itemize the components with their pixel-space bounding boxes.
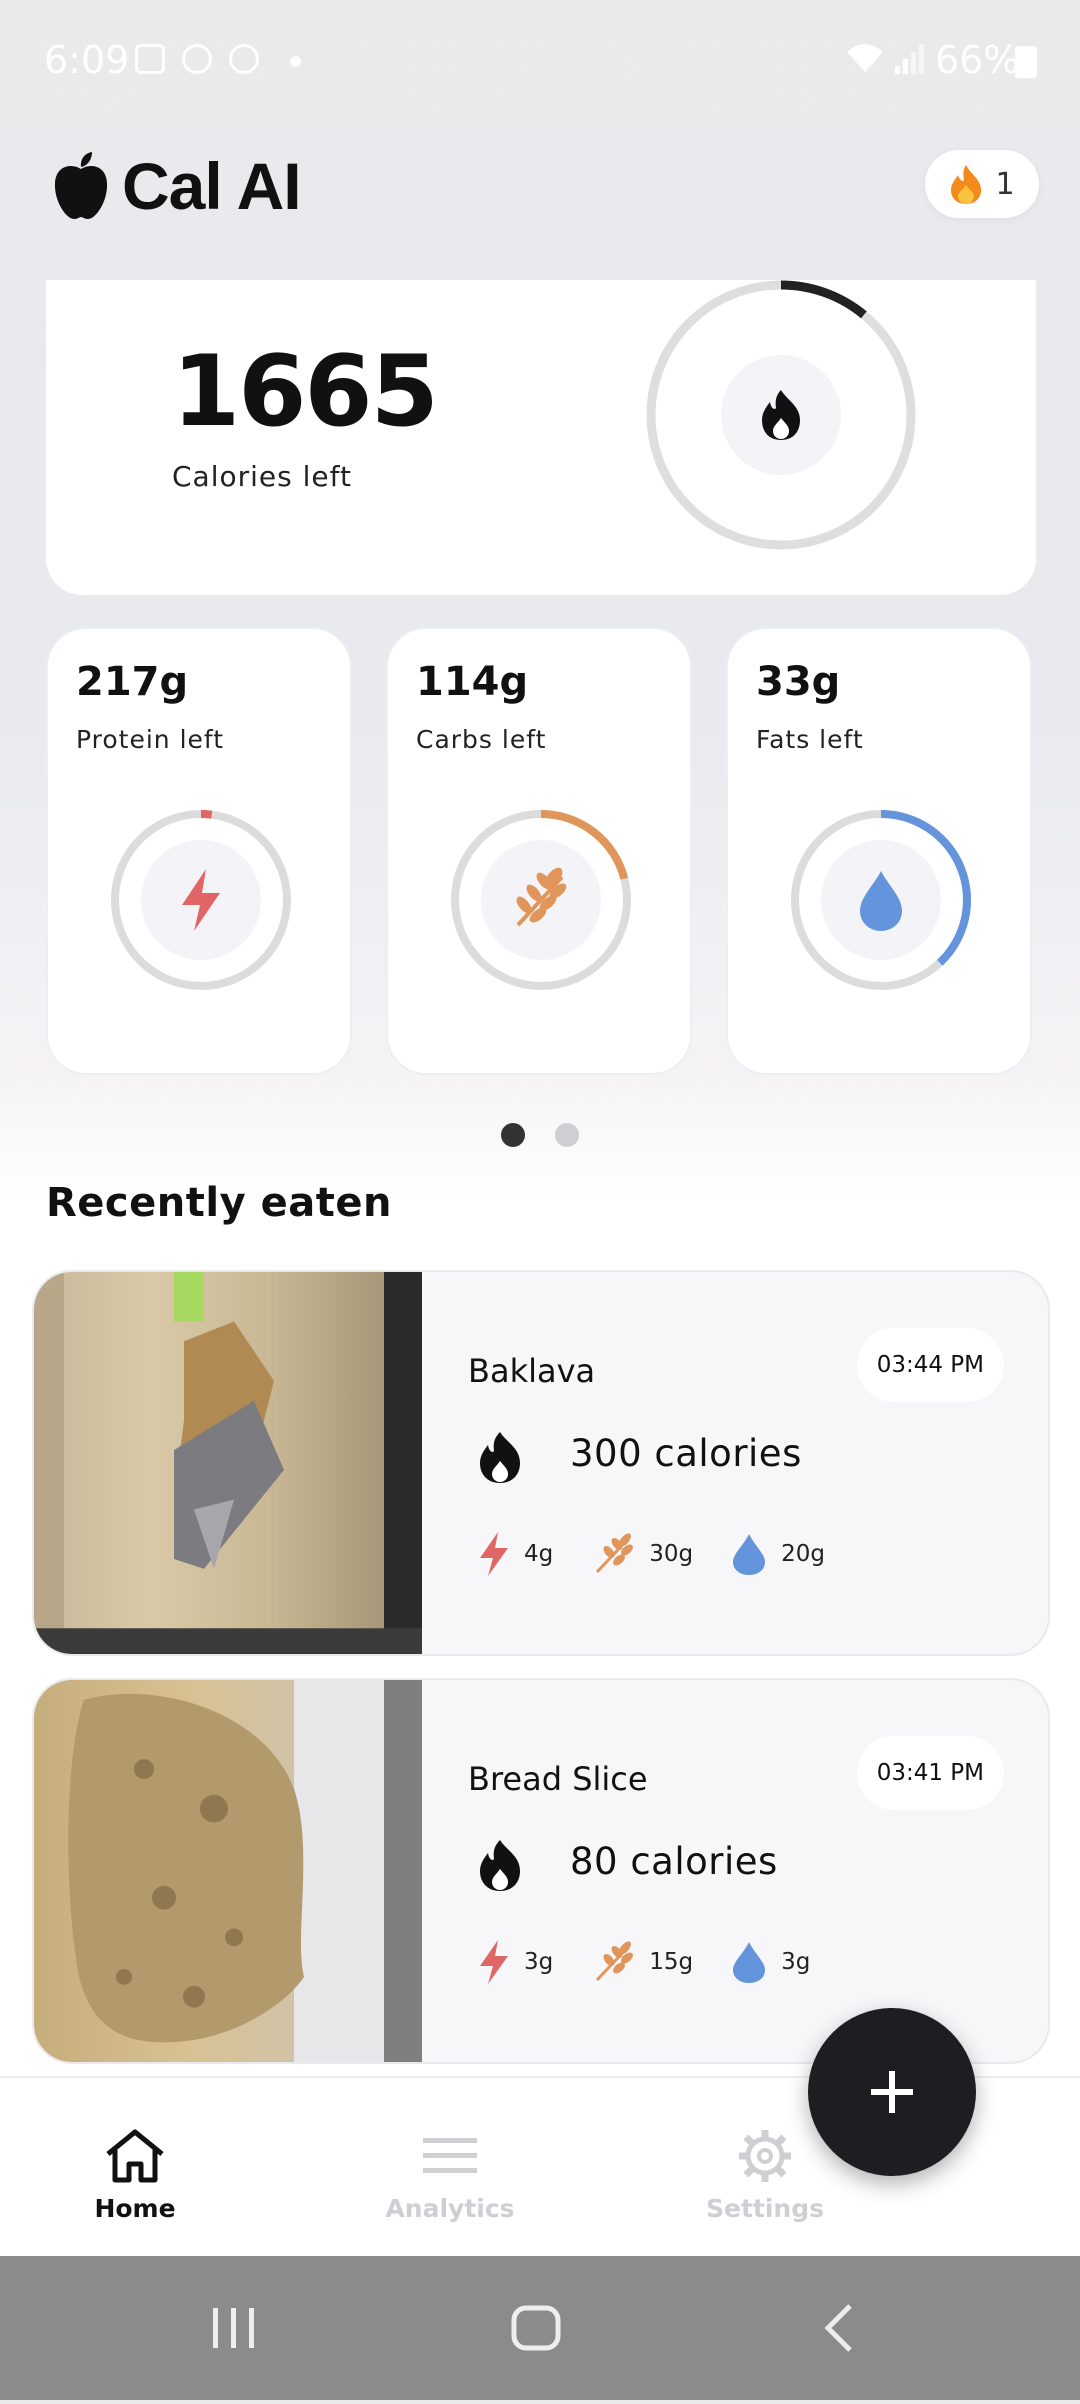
- fats-card[interactable]: 33g Fats left: [726, 627, 1032, 1075]
- status-time: 6:09: [44, 38, 130, 82]
- calories-left-label: Calories left: [172, 460, 352, 493]
- pager-dot-1[interactable]: [501, 1123, 525, 1147]
- food-card-bread-slice[interactable]: Bread Slice 03:41 PM 80 calories 3g 15g …: [32, 1678, 1050, 2064]
- flame-icon: [480, 1432, 520, 1483]
- gallery-notification-icon: [135, 44, 165, 74]
- pager-dot-2[interactable]: [555, 1123, 579, 1147]
- fats-left-label: Fats left: [756, 725, 864, 754]
- food-photo: [34, 1272, 422, 1654]
- system-navigation-bar: [0, 2256, 1080, 2400]
- wifi-icon: [847, 44, 883, 72]
- food-time: 03:41 PM: [856, 1736, 1004, 1810]
- nav-home[interactable]: Home: [35, 2128, 235, 2223]
- protein-progress-ring: [111, 810, 291, 990]
- fats-progress-ring: [791, 810, 971, 990]
- flame-icon: [480, 1840, 520, 1891]
- food-calories: 300 calories: [570, 1432, 802, 1475]
- food-fats: 20g: [781, 1541, 825, 1567]
- carbs-card[interactable]: 114g Carbs left: [386, 627, 692, 1075]
- menu-lines-icon: [423, 2138, 477, 2173]
- food-card-baklava[interactable]: Baklava 03:44 PM 300 calories 4g 30g 20g: [32, 1270, 1050, 1656]
- carbs-left-label: Carbs left: [416, 725, 547, 754]
- apple-logo-icon: [54, 152, 108, 219]
- more-notifications-icon: [290, 56, 301, 67]
- food-name: Baklava: [468, 1352, 596, 1390]
- app-brand: Cal AI: [52, 148, 302, 224]
- food-time: 03:44 PM: [856, 1328, 1004, 1402]
- food-photo: [34, 1680, 422, 2062]
- food-protein: 3g: [524, 1949, 554, 1975]
- wheat-icon: [596, 1533, 634, 1574]
- home-system-icon[interactable]: [511, 2305, 561, 2351]
- food-macros: 4g 30g 20g: [478, 1530, 863, 1578]
- food-name: Bread Slice: [468, 1760, 648, 1798]
- carbs-progress-ring: [451, 810, 631, 990]
- recent-apps-icon[interactable]: [213, 2308, 254, 2348]
- streak-count: 1: [995, 166, 1015, 202]
- food-calories: 80 calories: [570, 1840, 778, 1883]
- app-title: Cal AI: [122, 149, 302, 223]
- add-food-button[interactable]: [808, 2008, 976, 2176]
- lightning-icon: [480, 1940, 508, 1984]
- nav-settings-label: Settings: [705, 2194, 824, 2223]
- fats-left-value: 33g: [756, 659, 841, 705]
- lightning-icon: [480, 1532, 508, 1576]
- fire-icon: [951, 165, 982, 204]
- carbs-left-value: 114g: [416, 659, 529, 705]
- nav-analytics-label: Analytics: [385, 2194, 515, 2223]
- drop-icon: [733, 1534, 766, 1575]
- calories-left-value: 1665: [172, 335, 439, 449]
- food-macros: 3g 15g 3g: [478, 1938, 848, 1986]
- protein-card[interactable]: 217g Protein left: [46, 627, 352, 1075]
- recently-eaten-title: Recently eaten: [46, 1180, 392, 1226]
- calories-progress-ring: [646, 280, 916, 550]
- sync-notification-icon: [182, 44, 212, 74]
- signal-icon: [895, 44, 924, 74]
- protein-left-label: Protein left: [76, 725, 225, 754]
- calories-card[interactable]: 1665 Calories left: [46, 280, 1036, 595]
- plus-icon: [871, 2071, 913, 2113]
- drop-icon: [733, 1942, 766, 1983]
- food-carbs: 30g: [649, 1541, 694, 1567]
- gear-icon: [739, 2130, 791, 2182]
- protein-left-value: 217g: [76, 659, 189, 705]
- food-protein: 4g: [524, 1541, 554, 1567]
- food-carbs: 15g: [649, 1949, 694, 1975]
- home-icon: [106, 2129, 164, 2183]
- food-fats: 3g: [781, 1949, 811, 1975]
- battery-level: 66%: [935, 38, 1020, 82]
- battery-icon: [1015, 46, 1037, 78]
- health-notification-icon: [229, 44, 259, 74]
- card-pager: [0, 1123, 1080, 1147]
- streak-badge[interactable]: 1: [925, 150, 1039, 218]
- nav-analytics[interactable]: Analytics: [350, 2128, 550, 2223]
- back-icon[interactable]: [824, 2304, 852, 2352]
- nav-home-label: Home: [94, 2194, 176, 2223]
- wheat-icon: [596, 1941, 634, 1982]
- status-bar: 6:09 66%: [0, 0, 1080, 125]
